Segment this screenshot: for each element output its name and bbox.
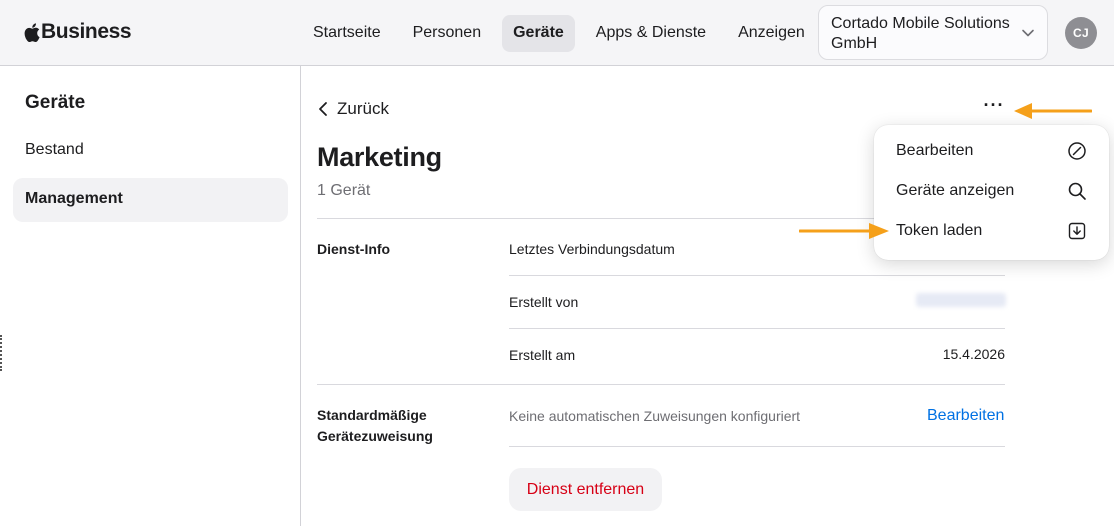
- menu-item-label: Bearbeiten: [896, 142, 974, 159]
- created-by-value-redacted: [916, 293, 1006, 307]
- divider: [509, 275, 1005, 276]
- menu-item-label: Geräte anzeigen: [896, 182, 1015, 199]
- sidebar: Geräte Bestand Management: [0, 66, 301, 526]
- chevron-down-icon: [1022, 29, 1034, 37]
- menu-item-geraete-anzeigen[interactable]: Geräte anzeigen: [874, 171, 1109, 211]
- annotation-arrow-icon: [1014, 103, 1092, 119]
- organization-selector[interactable]: Cortado Mobile Solutions GmbH: [818, 5, 1048, 60]
- org-name-line1: Cortado Mobile Solutions: [831, 15, 1010, 32]
- remove-service-button[interactable]: Dienst entfernen: [509, 468, 662, 511]
- default-assignment-label: Standardmäßige Gerätezuweisung: [317, 405, 433, 447]
- slash-circle-icon: [1068, 142, 1086, 160]
- avatar[interactable]: CJ: [1065, 17, 1097, 49]
- menu-item-label: Token laden: [896, 222, 983, 239]
- default-assignment-label-line2: Gerätezuweisung: [317, 428, 433, 444]
- search-icon: [1068, 182, 1086, 200]
- divider: [509, 328, 1005, 329]
- top-bar: Business Startseite Personen Geräte Apps…: [0, 0, 1114, 66]
- page-title: Marketing: [317, 142, 442, 172]
- created-at-value: 15.4.2026: [942, 346, 1005, 362]
- device-count: 1 Gerät: [317, 182, 371, 199]
- back-link[interactable]: Zurück: [317, 99, 389, 119]
- org-name-line2: GmbH: [831, 35, 878, 52]
- brand-name: Business: [41, 20, 132, 43]
- divider: [317, 384, 1005, 385]
- main-nav: Startseite Personen Geräte Apps & Dienst…: [302, 15, 826, 52]
- sidebar-item-bestand[interactable]: Bestand: [13, 129, 288, 173]
- sidebar-title: Geräte: [25, 92, 86, 113]
- menu-item-token-laden[interactable]: Token laden: [874, 211, 1109, 251]
- menu-item-bearbeiten[interactable]: Bearbeiten: [874, 131, 1109, 171]
- last-connection-label: Letztes Verbindungsdatum: [509, 241, 675, 257]
- default-assignment-value: Keine automatischen Zuweisungen konfigur…: [509, 408, 801, 424]
- default-assignment-label-line1: Standardmäßige: [317, 407, 427, 423]
- back-label: Zurück: [337, 99, 389, 118]
- window-edge-mark: [0, 335, 2, 371]
- sidebar-item-management[interactable]: Management: [13, 178, 288, 222]
- annotation-arrow-icon: [799, 223, 889, 239]
- service-info-label: Dienst-Info: [317, 241, 391, 257]
- download-icon: [1068, 222, 1086, 240]
- actions-menu: Bearbeiten Geräte anzeigen Token laden: [874, 125, 1109, 260]
- created-by-label: Erstellt von: [509, 294, 579, 310]
- apple-icon: [24, 22, 40, 42]
- created-at-label: Erstellt am: [509, 347, 576, 363]
- divider: [509, 446, 1005, 447]
- nav-startseite[interactable]: Startseite: [302, 15, 392, 52]
- brand-logo[interactable]: Business: [24, 20, 132, 44]
- edit-assignment-link[interactable]: Bearbeiten: [927, 407, 1004, 425]
- nav-apps-dienste[interactable]: Apps & Dienste: [585, 15, 717, 52]
- more-actions-button[interactable]: ···: [983, 96, 1005, 120]
- nav-anzeigen[interactable]: Anzeigen: [727, 15, 816, 52]
- nav-geraete[interactable]: Geräte: [502, 15, 575, 52]
- chevron-left-icon: [319, 102, 327, 116]
- nav-personen[interactable]: Personen: [402, 15, 493, 52]
